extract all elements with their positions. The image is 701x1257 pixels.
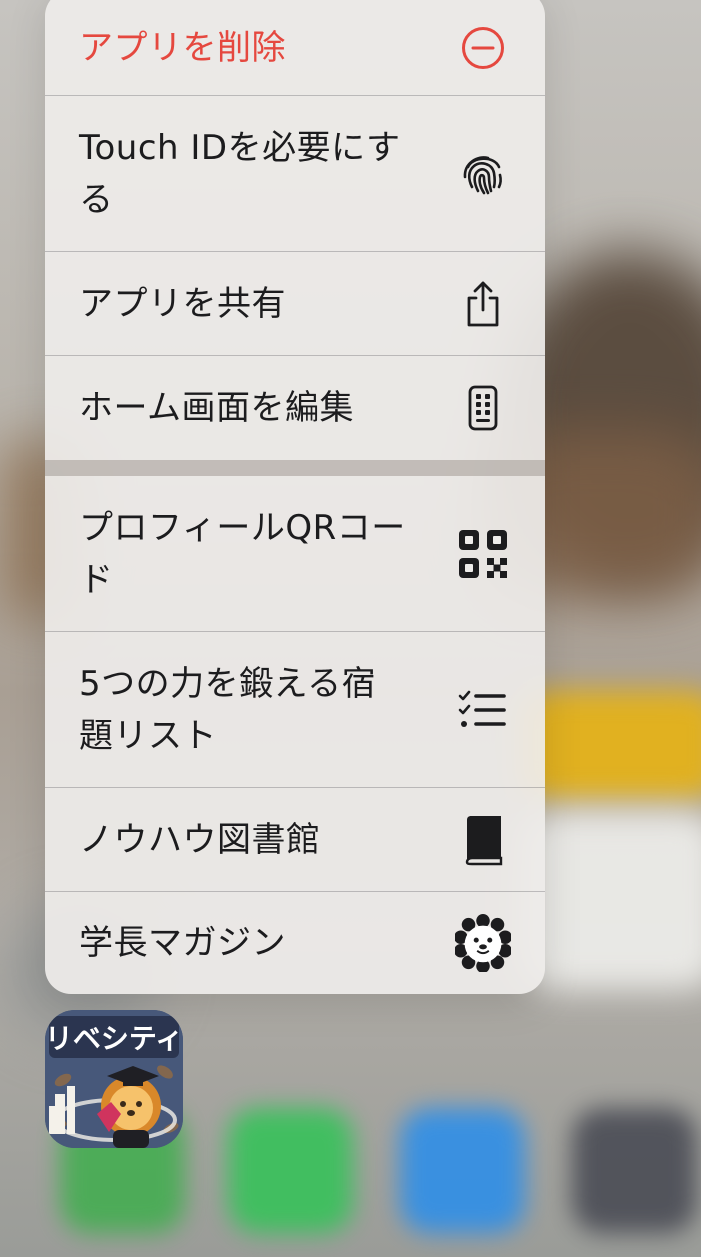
menu-item-profile-qr-code[interactable]: プロフィールQRコード bbox=[45, 476, 545, 632]
lion-icon bbox=[455, 914, 511, 972]
menu-section-separator bbox=[45, 460, 545, 476]
menu-item-delete-app[interactable]: アプリを削除 bbox=[45, 0, 545, 96]
minus-circle-icon bbox=[455, 20, 511, 76]
phone-edit-icon bbox=[455, 380, 511, 436]
menu-item-knowhow-library[interactable]: ノウハウ図書館 bbox=[45, 788, 545, 892]
blurred-widget bbox=[520, 810, 701, 990]
checklist-icon bbox=[455, 682, 511, 738]
menu-item-principal-magazine[interactable]: 学長マガジン bbox=[45, 892, 545, 994]
book-icon bbox=[455, 812, 511, 868]
menu-item-require-touch-id[interactable]: Touch IDを必要にする bbox=[45, 96, 545, 252]
menu-item-share-app[interactable]: アプリを共有 bbox=[45, 252, 545, 356]
app-icon-title: リベシティ bbox=[45, 1022, 183, 1055]
menu-item-homework-list[interactable]: 5つの力を鍛える宿題リスト bbox=[45, 632, 545, 788]
menu-item-label: ホーム画面を編集 bbox=[79, 388, 354, 428]
menu-item-label: 5つの力を鍛える宿題リスト bbox=[79, 663, 377, 756]
menu-item-label: プロフィールQRコード bbox=[79, 507, 406, 600]
menu-item-label: 学長マガジン bbox=[79, 923, 286, 963]
menu-item-label: アプリを削除 bbox=[79, 27, 286, 68]
share-icon bbox=[455, 276, 511, 332]
menu-item-label: アプリを共有 bbox=[79, 283, 286, 324]
blurred-widget bbox=[520, 690, 701, 800]
libecity-app-icon[interactable]: リベシティ bbox=[45, 1010, 183, 1148]
menu-item-label: Touch IDを必要にする bbox=[79, 127, 401, 220]
qr-code-icon bbox=[455, 526, 511, 582]
dock-app-icon bbox=[400, 1108, 525, 1233]
menu-item-label: ノウハウ図書館 bbox=[79, 819, 321, 860]
dock-app-icon bbox=[572, 1108, 697, 1233]
fingerprint-icon bbox=[455, 146, 511, 202]
dock-app-icon bbox=[228, 1108, 353, 1233]
menu-item-edit-home-screen[interactable]: ホーム画面を編集 bbox=[45, 356, 545, 460]
app-context-menu: アプリを削除 Touch IDを必要にする アプリを共有 ホーム画面を編集 プロ… bbox=[45, 0, 545, 994]
